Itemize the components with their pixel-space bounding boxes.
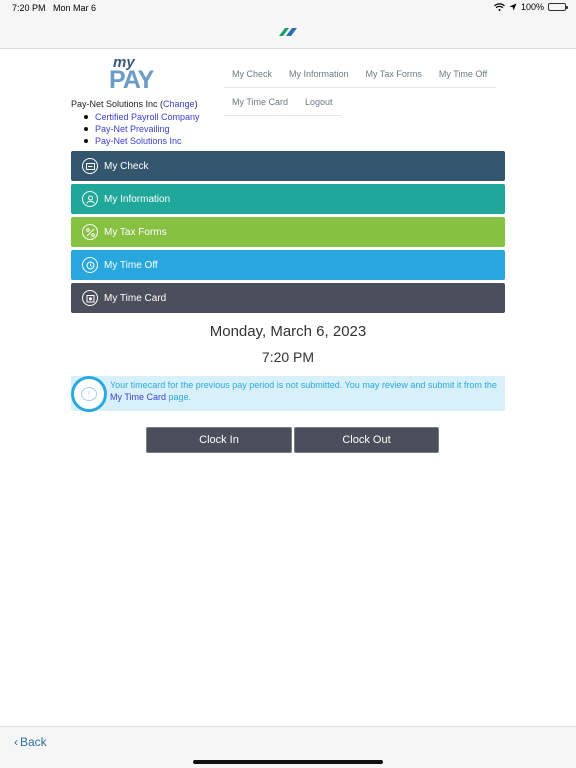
menu-my-information[interactable]: My Information xyxy=(71,184,505,214)
current-date: Monday, March 6, 2023 xyxy=(209,323,367,340)
status-time: 7:20 PM xyxy=(12,3,46,13)
menu-label: My Check xyxy=(104,160,149,172)
check-icon xyxy=(82,158,98,174)
alert-text-part1: Your timecard for the previous pay perio… xyxy=(110,380,497,390)
change-company-link[interactable]: Change xyxy=(163,99,195,109)
nav-row: My Time Card Logout xyxy=(224,88,342,116)
home-indicator[interactable] xyxy=(193,760,383,764)
company-name: Pay-Net Solutions Inc (Change) xyxy=(71,99,198,109)
paynet-logo-icon xyxy=(279,28,297,36)
alert-my-time-card-link[interactable]: My Time Card xyxy=(110,392,166,402)
menu-my-time-off[interactable]: My Time Off xyxy=(71,250,505,280)
location-icon xyxy=(509,3,517,11)
wifi-icon xyxy=(494,3,505,11)
menu-my-tax-forms[interactable]: My Tax Forms xyxy=(71,217,505,247)
app-top-bar xyxy=(0,17,576,49)
nav-my-time-off[interactable]: My Time Off xyxy=(431,69,496,79)
menu-label: My Tax Forms xyxy=(104,226,167,238)
menu-label: My Time Card xyxy=(104,292,167,304)
menu-my-time-card[interactable]: My Time Card xyxy=(71,283,505,313)
company-link-paynet-solutions[interactable]: Pay-Net Solutions Inc xyxy=(84,135,200,147)
status-bar: 7:20 PM Mon Mar 6 100% xyxy=(0,0,576,17)
status-date: Mon Mar 6 xyxy=(53,3,97,13)
nav-logout[interactable]: Logout xyxy=(297,97,342,107)
company-link-paynet-prevailing[interactable]: Pay-Net Prevailing xyxy=(84,123,200,135)
logo-pay-text: PAY xyxy=(109,66,154,94)
mypay-logo[interactable]: my PAY xyxy=(107,54,163,94)
nav-my-tax-forms[interactable]: My Tax Forms xyxy=(358,69,431,79)
battery-icon xyxy=(548,3,568,11)
clock-in-button[interactable]: Clock In xyxy=(146,427,292,453)
current-time: 7:20 PM xyxy=(261,349,315,365)
nav-my-check[interactable]: My Check xyxy=(224,69,281,79)
percent-icon xyxy=(82,224,98,240)
menu-label: My Time Off xyxy=(104,259,158,271)
timecard-icon xyxy=(82,290,98,306)
nav-my-information[interactable]: My Information xyxy=(281,69,358,79)
company-name-text: Pay-Net Solutions Inc xyxy=(71,99,158,109)
paren-close: ) xyxy=(194,99,198,109)
alert-message: Your timecard for the previous pay perio… xyxy=(110,379,500,403)
nav-row: My Check My Information My Tax Forms My … xyxy=(224,60,496,88)
company-link-certified-payroll[interactable]: Certified Payroll Company xyxy=(84,111,200,123)
chevron-left-icon: ‹ xyxy=(14,735,18,749)
alert-glyph: ! xyxy=(81,387,97,401)
top-navigation: My Check My Information My Tax Forms My … xyxy=(224,60,496,116)
menu-my-check[interactable]: My Check xyxy=(71,151,505,181)
clock-icon xyxy=(82,257,98,273)
message-bubble-icon: ! xyxy=(71,376,107,412)
back-button[interactable]: ‹ Back xyxy=(14,735,47,749)
bottom-bar: ‹ Back xyxy=(0,726,576,768)
battery-percent: 100% xyxy=(520,2,544,12)
back-label: Back xyxy=(20,735,47,749)
alert-text-part2: page. xyxy=(166,392,192,402)
status-right: 100% xyxy=(494,2,568,12)
nav-my-time-card[interactable]: My Time Card xyxy=(224,97,297,107)
clock-out-button[interactable]: Clock Out xyxy=(294,427,439,453)
timecard-alert: ! Your timecard for the previous pay per… xyxy=(71,376,505,412)
menu-label: My Information xyxy=(104,193,171,205)
person-icon xyxy=(82,191,98,207)
company-list: Certified Payroll Company Pay-Net Prevai… xyxy=(84,111,200,147)
